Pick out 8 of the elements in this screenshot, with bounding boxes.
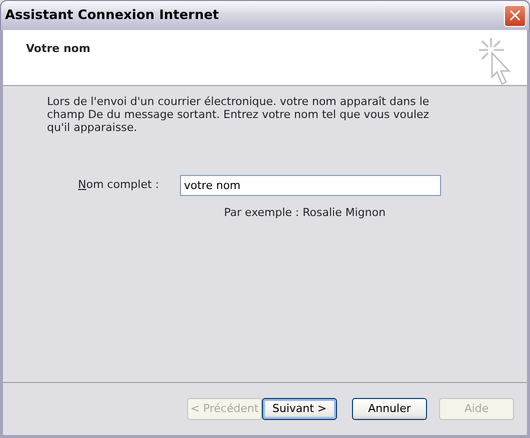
example-text: Par exemple : Rosalie Mignon bbox=[224, 205, 387, 221]
window-title: Assistant Connexion Internet bbox=[5, 6, 219, 25]
field-label: Nom complet : bbox=[77, 177, 160, 194]
page-title: Votre nom bbox=[26, 41, 90, 55]
wizard-button[interactable]: Annuler bbox=[352, 398, 427, 420]
instruction-text: Lors de l'envoi d'un courrier électronique. votre nom apparaît dans le champ De du message sortant. Entrez votre nom tel que vous voulez qu'il apparaisse. bbox=[47, 95, 430, 134]
name-field[interactable]: votre nom bbox=[180, 175, 441, 196]
wizard-button[interactable]: Suivant > bbox=[262, 398, 337, 420]
